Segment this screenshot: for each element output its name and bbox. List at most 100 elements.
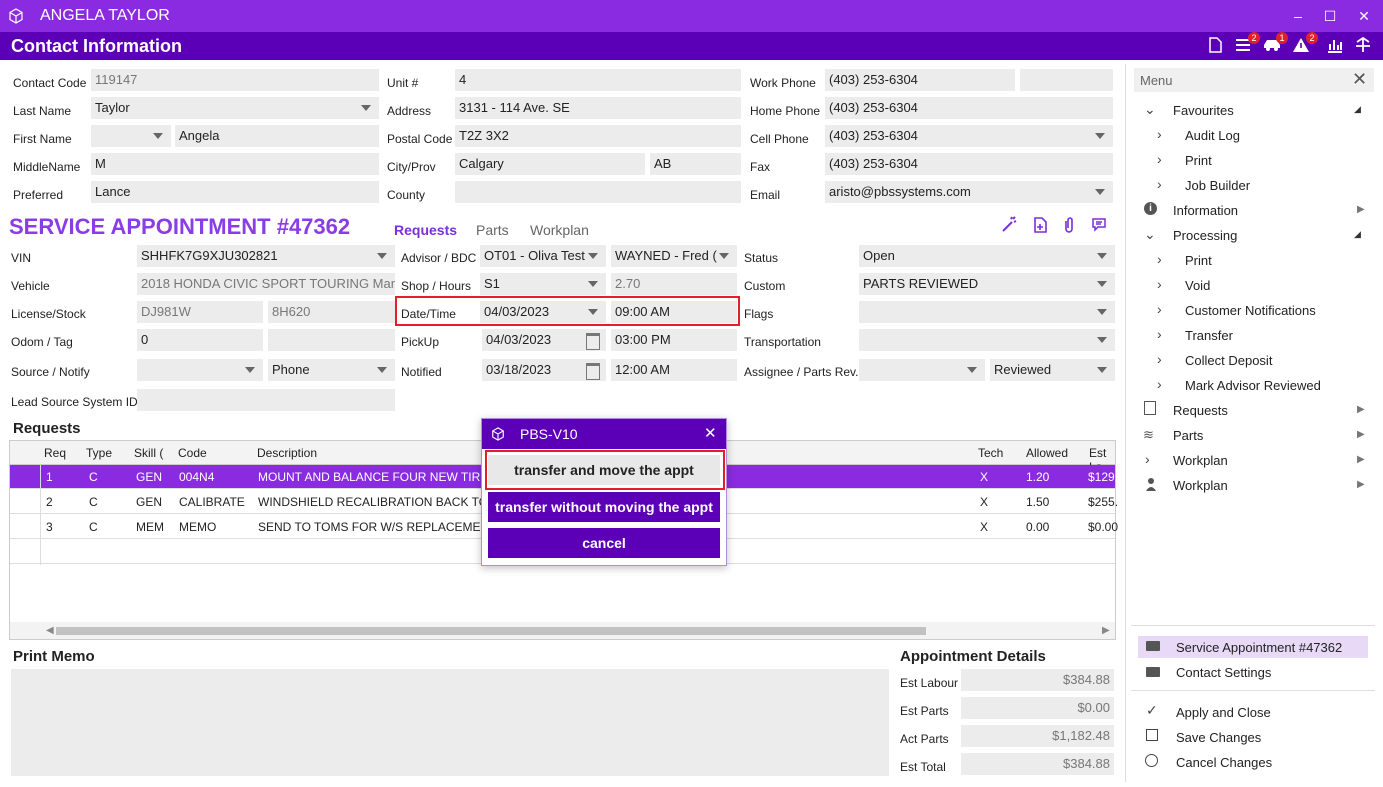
horizontal-scrollbar[interactable]: ◀ ▶ <box>10 622 1115 639</box>
menu-workplan-2[interactable]: Workplan <box>1173 478 1228 493</box>
city-field[interactable]: Calgary <box>455 153 645 175</box>
messages-icon[interactable] <box>1091 216 1109 237</box>
bdc-dropdown[interactable]: WAYNED - Fred ( <box>611 245 737 267</box>
work-ext-field[interactable] <box>1020 69 1113 91</box>
scrollbar-thumb[interactable] <box>56 627 926 635</box>
col-allowed[interactable]: Allowed <box>1026 446 1068 460</box>
menu-close-icon[interactable]: ✕ <box>1352 69 1367 90</box>
work-phone-field[interactable]: (403) 253-6304 <box>825 69 1015 91</box>
col-type[interactable]: Type <box>86 446 112 460</box>
expand-arrow-icon[interactable]: ▶ <box>1357 204 1365 215</box>
maximize-button[interactable]: ☐ <box>1318 6 1342 26</box>
pickup-date-field[interactable]: 04/03/2023 <box>482 329 606 351</box>
stock-field[interactable]: 8H620 <box>268 301 395 323</box>
menu-workplan-1[interactable]: Workplan <box>1173 453 1228 468</box>
menu-void[interactable]: Void <box>1185 278 1210 293</box>
unit-field[interactable]: 4 <box>455 69 741 91</box>
menu-contact-settings[interactable]: Contact Settings <box>1176 665 1271 680</box>
county-field[interactable] <box>455 181 741 203</box>
notified-date-field[interactable]: 03/18/2023 <box>482 359 606 381</box>
pickup-time-field[interactable]: 03:00 PM <box>611 329 737 351</box>
tab-requests[interactable]: Requests <box>394 222 457 238</box>
menu-audit-log[interactable]: Audit Log <box>1185 128 1240 143</box>
dialog-close-icon[interactable]: ✕ <box>704 424 717 442</box>
close-window-button[interactable]: ✕ <box>1352 6 1376 26</box>
expand-arrow-icon[interactable]: ▶ <box>1357 404 1365 415</box>
attachment-icon[interactable] <box>1062 216 1076 237</box>
print-memo-field[interactable] <box>11 669 889 776</box>
menu-collect-deposit[interactable]: Collect Deposit <box>1185 353 1272 368</box>
col-skill[interactable]: Skill ( <box>134 446 163 460</box>
cancel-changes-button[interactable]: Cancel Changes <box>1176 755 1272 770</box>
salutation-dropdown[interactable] <box>91 125 171 147</box>
parts-rev-dropdown[interactable]: Reviewed <box>990 359 1115 381</box>
chart-icon[interactable] <box>1326 36 1348 56</box>
first-name-field[interactable]: Angela <box>175 125 379 147</box>
expand-arrow-icon[interactable]: ▶ <box>1357 479 1365 490</box>
license-field[interactable]: DJ981W <box>137 301 263 323</box>
scroll-left-icon[interactable]: ◀ <box>46 625 54 636</box>
custom-dropdown[interactable]: PARTS REVIEWED <box>859 273 1115 295</box>
odom-field[interactable]: 0 <box>137 329 263 351</box>
apply-close-button[interactable]: Apply and Close <box>1176 705 1271 720</box>
collapse-triangle-icon[interactable]: ◢ <box>1354 229 1361 240</box>
postal-code-field[interactable]: T2Z 3X2 <box>455 125 741 147</box>
menu-parts[interactable]: Parts <box>1173 428 1203 443</box>
menu-customer-notifications[interactable]: Customer Notifications <box>1185 303 1316 318</box>
list-icon[interactable]: 2 <box>1234 32 1260 56</box>
minimize-button[interactable]: – <box>1286 6 1310 26</box>
menu-transfer[interactable]: Transfer <box>1185 328 1233 343</box>
alert-icon[interactable]: 2 <box>1292 32 1318 56</box>
transfer-move-button[interactable]: transfer and move the appt <box>488 455 720 485</box>
fax-field[interactable]: (403) 253-6304 <box>825 153 1113 175</box>
vin-field[interactable]: SHHFK7G9XJU302821 <box>137 245 395 267</box>
notify-dropdown[interactable]: Phone <box>268 359 395 381</box>
last-name-field[interactable]: Taylor <box>91 97 379 119</box>
lead-source-field[interactable] <box>137 389 395 411</box>
chevron-down-icon[interactable]: ⌄ <box>1144 226 1156 243</box>
transfer-icon[interactable] <box>1354 36 1376 56</box>
menu-processing[interactable]: Processing <box>1173 228 1237 243</box>
magic-wand-icon[interactable] <box>1000 216 1018 237</box>
flags-dropdown[interactable] <box>859 301 1115 323</box>
service-appt-nav-item[interactable]: Service Appointment #47362 <box>1138 636 1368 658</box>
car-icon[interactable]: 1 <box>1262 32 1288 56</box>
address-field[interactable]: 3131 - 114 Ave. SE <box>455 97 741 119</box>
menu-requests[interactable]: Requests <box>1173 403 1228 418</box>
col-req[interactable]: Req <box>44 446 66 460</box>
middle-name-field[interactable]: M <box>91 153 379 175</box>
col-tech[interactable]: Tech <box>978 446 1003 460</box>
expand-arrow-icon[interactable]: ▶ <box>1357 429 1365 440</box>
menu-information[interactable]: Information <box>1173 203 1238 218</box>
preferred-field[interactable]: Lance <box>91 181 379 203</box>
collapse-triangle-icon[interactable]: ◢ <box>1354 104 1361 115</box>
menu-job-builder[interactable]: Job Builder <box>1185 178 1250 193</box>
expand-arrow-icon[interactable]: ▶ <box>1357 454 1365 465</box>
col-description[interactable]: Description <box>257 446 317 460</box>
menu-favourites[interactable]: Favourites <box>1173 103 1234 118</box>
tab-workplan[interactable]: Workplan <box>530 222 589 238</box>
province-field[interactable]: AB <box>650 153 741 175</box>
cell-phone-field[interactable]: (403) 253-6304 <box>825 125 1113 147</box>
transfer-no-move-button[interactable]: transfer without moving the appt <box>488 492 720 522</box>
shop-dropdown[interactable]: S1 <box>480 273 606 295</box>
date-dropdown[interactable]: 04/03/2023 <box>480 301 606 323</box>
chevron-down-icon[interactable]: ⌄ <box>1144 101 1156 118</box>
home-phone-field[interactable]: (403) 253-6304 <box>825 97 1113 119</box>
save-changes-button[interactable]: Save Changes <box>1176 730 1261 745</box>
advisor-dropdown[interactable]: OT01 - Oliva Test <box>480 245 606 267</box>
tab-parts[interactable]: Parts <box>476 222 509 238</box>
dialog-cancel-button[interactable]: cancel <box>488 528 720 558</box>
col-code[interactable]: Code <box>178 446 207 460</box>
assignee-dropdown[interactable] <box>859 359 985 381</box>
transportation-dropdown[interactable] <box>859 329 1115 351</box>
document-icon[interactable] <box>1206 36 1228 56</box>
menu-processing-print[interactable]: Print <box>1185 253 1212 268</box>
scroll-right-icon[interactable]: ▶ <box>1102 625 1110 636</box>
email-field[interactable]: aristo@pbssystems.com <box>825 181 1113 203</box>
notified-time-field[interactable]: 12:00 AM <box>611 359 737 381</box>
menu-print[interactable]: Print <box>1185 153 1212 168</box>
new-document-icon[interactable] <box>1031 216 1049 237</box>
tag-field[interactable] <box>268 329 395 351</box>
status-dropdown[interactable]: Open <box>859 245 1115 267</box>
